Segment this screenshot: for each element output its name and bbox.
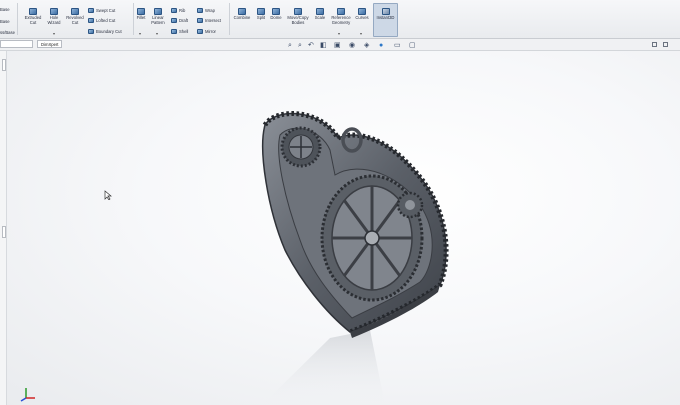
instant3d-icon [381,8,390,15]
move-copy-bodies-label: Move/Copy Bodies [287,15,309,25]
fillet-icon [137,8,145,15]
instant3d-label: Instant3D [376,15,395,20]
draft-button[interactable]: Draft [171,18,188,23]
fillet-button[interactable]: Fillet [135,8,147,21]
scale-button[interactable]: Scale [312,8,328,21]
rib-icon [171,8,177,13]
mirror-label: Mirror [205,29,216,34]
heart-gear-pendant-model [262,111,449,405]
tab-dimxpert[interactable]: DimXpert [37,40,63,48]
previous-view-icon[interactable]: ↶ [308,42,314,50]
fillet-dropdown-icon[interactable]: ▾ [139,31,141,36]
swept-cut-button[interactable]: Swept Cut [88,8,115,13]
ribbon-separator [229,3,230,35]
lofted-cut-icon [88,18,94,23]
mirror-icon [197,29,203,34]
revolved-cut-icon [71,8,79,15]
combine-icon [238,8,246,15]
rib-button[interactable]: Rib [171,8,185,13]
view-orientation-icon[interactable]: ▣ [334,42,341,50]
restore-window-icon[interactable] [652,42,657,47]
hide-show-icon[interactable]: ◈ [364,42,369,50]
feature-manager-collapsed [0,51,7,405]
linear-pattern-label: Linear Pattern [151,15,165,25]
swept-cut-icon [88,8,94,13]
combine-label: Combine [233,15,251,20]
revolved-cut-label: Revolved Cut [66,15,84,25]
ribbon-separator [17,3,18,35]
lofted-cut-button[interactable]: Lofted Cut [88,18,115,23]
display-style-icon[interactable]: ◉ [349,42,355,50]
combine-button[interactable]: Combine [231,8,253,21]
curves-dropdown-icon[interactable]: ▾ [360,31,362,36]
reference-triad-icon [20,388,35,402]
lofted-cut-label: Lofted Cut [96,18,116,23]
hole-wizard-label: Hole Wizard [47,15,61,25]
shell-button[interactable]: Shell [171,29,188,34]
intersect-icon [197,18,203,23]
maximize-window-icon[interactable] [663,42,668,47]
reference-geometry-label: Reference Geometry [331,15,351,25]
rib-label: Rib [179,8,186,13]
linear-pattern-button[interactable]: Linear Pattern [149,8,167,26]
swept-cut-label: Swept Cut [96,8,116,13]
move-copy-bodies-button[interactable]: Move/Copy Bodies [285,8,311,26]
hole-wizard-button[interactable]: Hole Wizard [45,8,63,26]
fillet-label: Fillet [136,15,146,20]
zoom-to-fit-icon[interactable]: ⌕ [288,42,292,50]
revolved-cut-button[interactable]: Revolved Cut [64,8,86,26]
section-view-icon[interactable]: ◧ [320,42,327,50]
appearance-icon[interactable]: ● [379,42,383,50]
ribbon-separator [133,3,134,35]
partial-loft-base-label[interactable]: ss/Base [0,30,15,35]
hole-wizard-icon [50,8,58,15]
boundary-cut-icon [88,29,94,34]
scale-icon [316,8,324,15]
panel-handle-top[interactable] [2,59,6,71]
view-settings-icon[interactable]: ▢ [409,42,416,50]
instant3d-content[interactable]: Instant3D [373,8,398,21]
panel-handle-middle[interactable] [2,226,6,238]
extruded-cut-label: Extruded Cut [24,15,42,25]
linear-pattern-icon [154,8,162,15]
shell-icon [171,29,177,34]
draft-label: Draft [179,18,189,23]
dome-label: Dome [270,15,282,20]
curves-icon [358,8,366,15]
partial-base-label-2[interactable]: Base [0,19,10,24]
partial-base-label[interactable]: Base [0,7,10,12]
mouse-pointer-icon [104,190,112,200]
boundary-cut-button[interactable]: Boundary Cut [88,29,122,34]
graphics-area[interactable] [0,51,680,405]
curves-label: Curves [355,15,369,20]
dome-button[interactable]: Dome [268,8,284,21]
extruded-cut-button[interactable]: Extruded Cut [22,8,44,26]
shell-label: Shell [179,29,189,34]
extruded-cut-icon [29,8,37,15]
tab-features[interactable] [0,40,33,48]
dome-icon [272,8,280,15]
mirror-button[interactable]: Mirror [197,29,216,34]
reference-geometry-dropdown-icon[interactable]: ▾ [338,31,340,36]
linear-pattern-dropdown-icon[interactable]: ▾ [156,31,158,36]
wrap-label: Wrap [205,8,215,13]
draft-icon [171,18,177,23]
curves-button[interactable]: Curves [354,8,370,21]
zoom-area-icon[interactable]: ⌕ [298,42,302,50]
wrap-icon [197,8,203,13]
split-button[interactable]: Split [254,8,268,21]
reference-geometry-icon [337,8,345,15]
intersect-button[interactable]: Intersect [197,18,221,23]
wrap-button[interactable]: Wrap [197,8,215,13]
scene-icon[interactable]: ▭ [394,42,401,50]
split-icon [257,8,265,15]
scale-label: Scale [314,15,326,20]
split-label: Split [256,15,266,20]
intersect-label: Intersect [205,18,222,23]
command-manager-ribbon: Base Base ss/Base Extruded Cut Hole Wiza… [0,0,680,39]
boundary-cut-label: Boundary Cut [96,29,122,34]
hole-wizard-dropdown-icon[interactable]: ▾ [53,31,55,36]
move-copy-bodies-icon [294,8,302,15]
reference-geometry-button[interactable]: Reference Geometry [329,8,353,26]
